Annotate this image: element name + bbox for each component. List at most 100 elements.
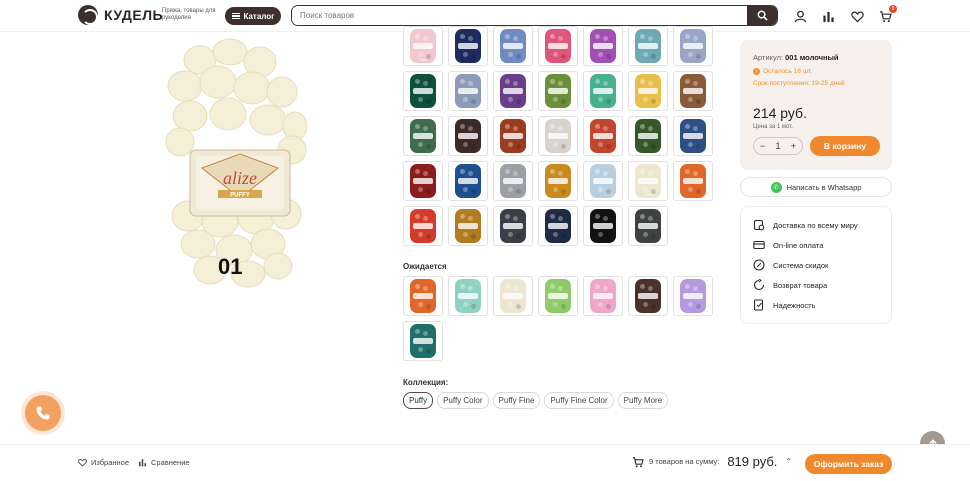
color-swatch[interactable] [583,161,623,201]
color-swatch[interactable] [673,71,713,111]
yarn-skein-image [635,279,661,313]
color-swatch[interactable] [628,26,668,66]
search-button[interactable] [747,6,777,25]
color-swatch[interactable] [448,161,488,201]
color-swatch[interactable] [403,71,443,111]
color-swatch[interactable] [403,321,443,361]
color-swatch[interactable] [583,26,623,66]
brand-label: alize [223,168,257,188]
catalog-button[interactable]: Каталог [225,7,281,25]
color-swatch[interactable] [448,276,488,316]
collection-chip[interactable]: Puffy More [617,392,669,409]
color-swatch[interactable]: 742 [628,161,668,201]
color-swatch[interactable] [403,206,443,246]
yarn-skein-image [455,279,481,313]
yarn-skein-image [455,119,481,153]
compare-link[interactable]: Сравнение [138,458,190,467]
color-swatch[interactable] [538,26,578,66]
compare-header-button[interactable] [820,8,836,24]
color-swatch[interactable] [583,116,623,156]
yarn-skein-image [590,164,616,198]
color-swatch[interactable] [493,26,533,66]
logo[interactable]: КУДЕЛЬ [78,5,163,25]
return-icon [753,279,765,291]
yarn-skein-image [590,29,616,63]
color-swatch[interactable] [583,276,623,316]
cart-icon [632,456,644,467]
article: Артикул: 001 молочный [753,53,839,62]
chevron-up-icon[interactable]: ⌃ [785,457,792,466]
feature-item: On-line оплата [753,239,823,251]
cart-header-button[interactable]: 9 [877,5,897,24]
swatch-number: 340 [419,57,427,62]
yarn-skein-image [590,209,616,243]
favorites-header-button[interactable] [849,8,865,24]
color-swatch[interactable] [493,276,533,316]
search-icon [757,10,768,21]
color-swatch[interactable] [538,71,578,111]
color-swatch[interactable] [538,161,578,201]
color-swatch[interactable] [493,206,533,246]
bottom-bar: Избранное Сравнение 9 товаров на сумму: … [0,444,970,481]
yarn-skein-image [635,74,661,108]
yarn-ball-logo-icon [78,5,98,25]
catalog-label: Каталог [243,11,275,21]
whatsapp-button[interactable]: ✆ Написать в Whatsapp [740,177,892,197]
available-swatches: 340 742 [403,26,713,246]
color-swatch[interactable] [403,276,443,316]
decrease-button[interactable]: − [760,141,765,151]
heart-icon [78,459,87,467]
cart-summary[interactable]: 9 товаров на сумму: 819 руб. ⌃ [632,454,792,469]
search-input[interactable] [292,6,747,25]
color-swatch[interactable] [403,161,443,201]
color-swatch[interactable] [493,161,533,201]
yarn-skein-image [410,164,436,198]
color-swatch[interactable] [448,71,488,111]
color-swatch[interactable] [583,71,623,111]
color-swatch[interactable] [628,116,668,156]
collection-chip[interactable]: Puffy Fine [492,392,541,409]
color-swatch[interactable] [628,71,668,111]
swatch-number: 742 [644,192,652,197]
color-swatch[interactable] [538,206,578,246]
color-swatch[interactable] [628,276,668,316]
delivery-time: Срок поступления: 19-25 дней [753,80,845,87]
yarn-skein-image [455,164,481,198]
color-swatch[interactable] [673,26,713,66]
account-button[interactable] [792,8,808,24]
add-to-cart-button[interactable]: В корзину [810,136,880,156]
yarn-skein-image [455,74,481,108]
features-list: Доставка по всему миру On-line оплата Си… [740,206,892,324]
color-swatch[interactable] [448,206,488,246]
yarn-skein-image [500,164,526,198]
color-swatch[interactable] [448,26,488,66]
color-swatch[interactable] [493,116,533,156]
color-swatch[interactable] [628,206,668,246]
callback-button[interactable] [25,395,61,431]
color-swatch[interactable] [583,206,623,246]
collection-chip[interactable]: Puffy Fine Color [544,392,614,409]
buy-card: Артикул: 001 молочный ✓ Осталось 16 шт. … [740,40,892,170]
color-swatch[interactable] [538,276,578,316]
collection-chip[interactable]: Puffy [403,392,434,409]
feature-item: Надежность [753,299,815,311]
checkout-button[interactable]: Оформить заказ [805,454,892,474]
color-swatch[interactable] [403,116,443,156]
yarn-skein-image [635,29,661,63]
color-swatch[interactable] [673,116,713,156]
color-swatch[interactable] [448,116,488,156]
expected-swatches [403,276,713,361]
color-swatch[interactable]: 340 [403,26,443,66]
feature-label: On-line оплата [773,240,824,250]
color-swatch[interactable] [673,276,713,316]
color-swatch[interactable] [673,161,713,201]
color-swatch[interactable] [493,71,533,111]
color-swatch[interactable] [538,116,578,156]
collection-chip[interactable]: Puffy Color [437,392,489,409]
increase-button[interactable]: + [791,141,796,151]
favorites-link[interactable]: Избранное [78,458,129,467]
yarn-skein-image [500,209,526,243]
collection-label: Коллекция: [403,378,449,387]
favorites-label: Избранное [91,458,130,467]
quantity-value[interactable]: 1 [775,141,780,151]
